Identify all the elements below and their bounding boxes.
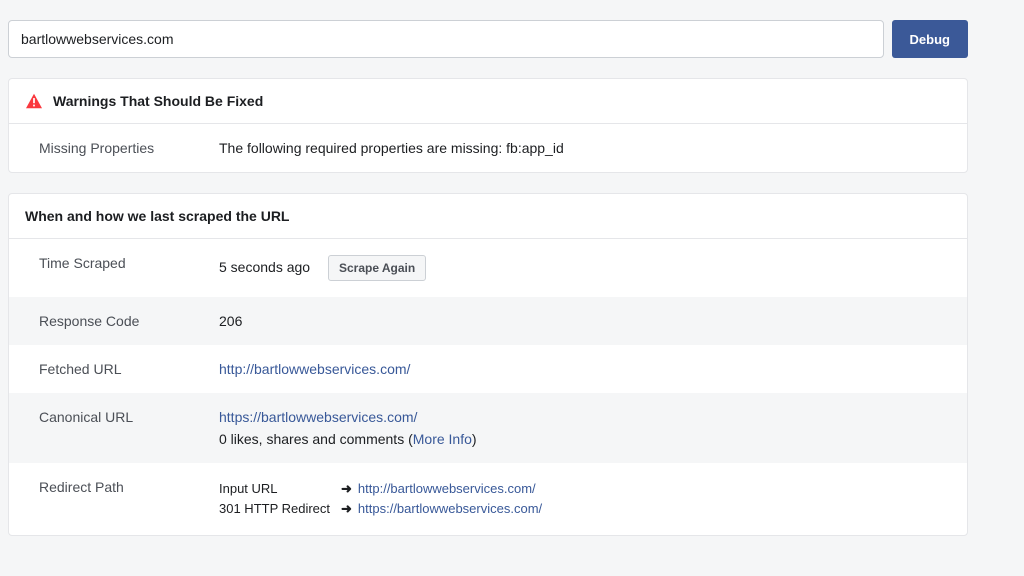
debug-button[interactable]: Debug (892, 20, 968, 58)
fetched-row: Fetched URL http://bartlowwebservices.co… (9, 345, 967, 393)
scrape-again-button[interactable]: Scrape Again (328, 255, 426, 281)
redirect-item-url[interactable]: http://bartlowwebservices.com/ (358, 479, 536, 499)
redirect-item-label: 301 HTTP Redirect (219, 499, 339, 519)
redirect-value: Input URL ➜ http://bartlowwebservices.co… (219, 479, 937, 519)
url-input[interactable] (8, 20, 884, 58)
scrape-title: When and how we last scraped the URL (25, 208, 289, 224)
time-value: 5 seconds ago (219, 259, 310, 275)
redirect-item: 301 HTTP Redirect ➜ https://bartlowwebse… (219, 499, 937, 519)
social-summary: 0 likes, shares and comments (More Info) (219, 431, 937, 447)
fetched-url-link[interactable]: http://bartlowwebservices.com/ (219, 361, 410, 377)
response-row: Response Code 206 (9, 297, 967, 345)
warnings-title: Warnings That Should Be Fixed (53, 93, 263, 109)
scrape-header: When and how we last scraped the URL (9, 194, 967, 239)
canonical-url-link[interactable]: https://bartlowwebservices.com/ (219, 409, 417, 425)
time-value-cell: 5 seconds ago Scrape Again (219, 255, 937, 281)
redirect-row: Redirect Path Input URL ➜ http://bartlow… (9, 463, 967, 535)
canonical-row: Canonical URL https://bartlowwebservices… (9, 393, 967, 463)
warning-icon (25, 93, 43, 109)
fetched-value: http://bartlowwebservices.com/ (219, 361, 937, 377)
response-value: 206 (219, 313, 937, 329)
scrape-card: When and how we last scraped the URL Tim… (8, 193, 968, 536)
time-row: Time Scraped 5 seconds ago Scrape Again (9, 239, 967, 297)
time-label: Time Scraped (39, 255, 219, 271)
warnings-card: Warnings That Should Be Fixed Missing Pr… (8, 78, 968, 173)
response-label: Response Code (39, 313, 219, 329)
redirect-item-label: Input URL (219, 479, 339, 499)
social-prefix: 0 likes, shares and comments ( (219, 431, 413, 447)
canonical-label: Canonical URL (39, 409, 219, 425)
redirect-item: Input URL ➜ http://bartlowwebservices.co… (219, 479, 937, 499)
arrow-right-icon: ➜ (341, 479, 352, 499)
warnings-header: Warnings That Should Be Fixed (9, 79, 967, 124)
social-suffix: ) (472, 431, 477, 447)
topbar: Debug (8, 0, 968, 78)
warning-message: The following required properties are mi… (219, 140, 937, 156)
fetched-label: Fetched URL (39, 361, 219, 377)
more-info-link[interactable]: More Info (413, 431, 472, 447)
warning-label: Missing Properties (39, 140, 219, 156)
canonical-value: https://bartlowwebservices.com/ 0 likes,… (219, 409, 937, 447)
warning-row: Missing Properties The following require… (9, 124, 967, 172)
redirect-item-url[interactable]: https://bartlowwebservices.com/ (358, 499, 542, 519)
arrow-right-icon: ➜ (341, 499, 352, 519)
redirect-label: Redirect Path (39, 479, 219, 495)
